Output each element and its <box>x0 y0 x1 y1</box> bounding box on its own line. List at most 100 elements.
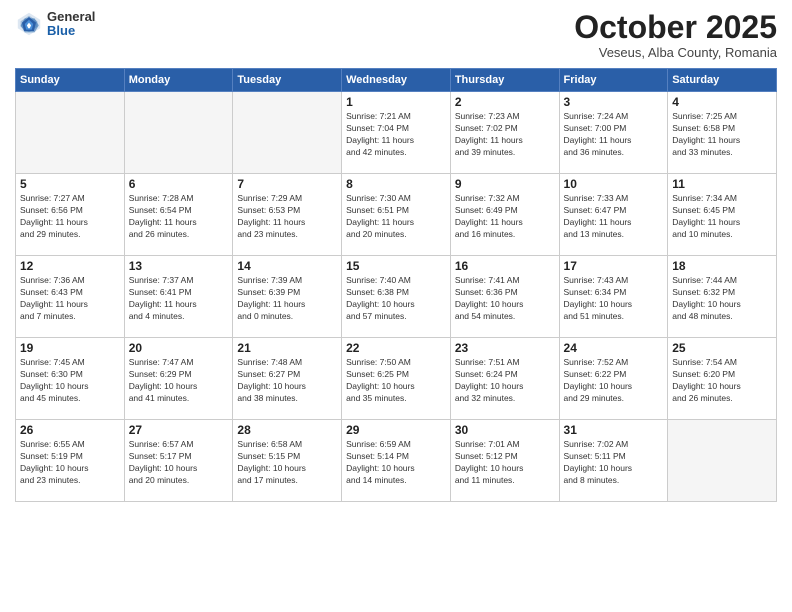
day-info: Sunrise: 7:27 AM Sunset: 6:56 PM Dayligh… <box>20 193 120 241</box>
day-number: 6 <box>129 177 229 191</box>
day-number: 27 <box>129 423 229 437</box>
month-title: October 2025 <box>574 10 777 45</box>
day-number: 25 <box>672 341 772 355</box>
day-number: 29 <box>346 423 446 437</box>
col-header-wednesday: Wednesday <box>342 69 451 92</box>
calendar-week-2: 12Sunrise: 7:36 AM Sunset: 6:43 PM Dayli… <box>16 256 777 338</box>
calendar-cell: 11Sunrise: 7:34 AM Sunset: 6:45 PM Dayli… <box>668 174 777 256</box>
calendar-cell: 17Sunrise: 7:43 AM Sunset: 6:34 PM Dayli… <box>559 256 668 338</box>
day-info: Sunrise: 7:50 AM Sunset: 6:25 PM Dayligh… <box>346 357 446 405</box>
day-info: Sunrise: 7:51 AM Sunset: 6:24 PM Dayligh… <box>455 357 555 405</box>
day-number: 8 <box>346 177 446 191</box>
calendar-cell: 13Sunrise: 7:37 AM Sunset: 6:41 PM Dayli… <box>124 256 233 338</box>
header: General Blue October 2025 Veseus, Alba C… <box>15 10 777 60</box>
calendar-cell <box>16 92 125 174</box>
logo-text: General Blue <box>47 10 95 39</box>
day-number: 4 <box>672 95 772 109</box>
calendar-cell: 25 Sunrise: 7:54 AM Sunset: 6:20 PM Dayli… <box>668 338 777 420</box>
calendar-week-1: 5 Sunrise: 7:27 AM Sunset: 6:56 PM Daylig… <box>16 174 777 256</box>
day-info: Sunrise: 7:33 AM Sunset: 6:47 PM Dayligh… <box>564 193 664 241</box>
day-number: 18 <box>672 259 772 273</box>
logo: General Blue <box>15 10 95 39</box>
day-number: 22 <box>346 341 446 355</box>
day-info: Sunrise: 7:28 AM Sunset: 6:54 PM Dayligh… <box>129 193 229 241</box>
calendar-cell: 16 Sunrise: 7:41 AM Sunset: 6:36 PM Dayli… <box>450 256 559 338</box>
day-number: 26 <box>20 423 120 437</box>
calendar-cell: 4 Sunrise: 7:25 AM Sunset: 6:58 PM Daylig… <box>668 92 777 174</box>
calendar-cell: 6 Sunrise: 7:28 AM Sunset: 6:54 PM Daylig… <box>124 174 233 256</box>
calendar-cell: 10 Sunrise: 7:33 AM Sunset: 6:47 PM Dayli… <box>559 174 668 256</box>
calendar-cell: 26 Sunrise: 6:55 AM Sunset: 5:19 PM Dayli… <box>16 420 125 502</box>
calendar-cell: 22 Sunrise: 7:50 AM Sunset: 6:25 PM Dayli… <box>342 338 451 420</box>
day-number: 24 <box>564 341 664 355</box>
day-info: Sunrise: 7:34 AM Sunset: 6:45 PM Dayligh… <box>672 193 772 241</box>
day-number: 7 <box>237 177 337 191</box>
calendar-cell: 21Sunrise: 7:48 AM Sunset: 6:27 PM Dayli… <box>233 338 342 420</box>
day-number: 30 <box>455 423 555 437</box>
calendar-cell <box>668 420 777 502</box>
day-number: 23 <box>455 341 555 355</box>
day-number: 16 <box>455 259 555 273</box>
calendar-cell <box>124 92 233 174</box>
page: General Blue October 2025 Veseus, Alba C… <box>0 0 792 612</box>
title-block: October 2025 Veseus, Alba County, Romani… <box>574 10 777 60</box>
calendar-cell: 30 Sunrise: 7:01 AM Sunset: 5:12 PM Dayli… <box>450 420 559 502</box>
calendar-cell: 15Sunrise: 7:40 AM Sunset: 6:38 PM Dayli… <box>342 256 451 338</box>
day-number: 19 <box>20 341 120 355</box>
calendar-cell: 23 Sunrise: 7:51 AM Sunset: 6:24 PM Dayli… <box>450 338 559 420</box>
location-subtitle: Veseus, Alba County, Romania <box>574 45 777 60</box>
calendar-cell: 28 Sunrise: 6:58 AM Sunset: 5:15 PM Dayli… <box>233 420 342 502</box>
calendar-cell: 12Sunrise: 7:36 AM Sunset: 6:43 PM Dayli… <box>16 256 125 338</box>
day-number: 14 <box>237 259 337 273</box>
col-header-monday: Monday <box>124 69 233 92</box>
day-number: 5 <box>20 177 120 191</box>
day-info: Sunrise: 7:45 AM Sunset: 6:30 PM Dayligh… <box>20 357 120 405</box>
day-info: Sunrise: 7:01 AM Sunset: 5:12 PM Dayligh… <box>455 439 555 487</box>
calendar-table: SundayMondayTuesdayWednesdayThursdayFrid… <box>15 68 777 502</box>
logo-icon <box>15 10 43 38</box>
day-number: 3 <box>564 95 664 109</box>
calendar-cell: 14 Sunrise: 7:39 AM Sunset: 6:39 PM Dayli… <box>233 256 342 338</box>
day-info: Sunrise: 7:25 AM Sunset: 6:58 PM Dayligh… <box>672 111 772 159</box>
day-number: 28 <box>237 423 337 437</box>
day-info: Sunrise: 7:29 AM Sunset: 6:53 PM Dayligh… <box>237 193 337 241</box>
logo-blue: Blue <box>47 24 95 38</box>
calendar-cell: 31Sunrise: 7:02 AM Sunset: 5:11 PM Dayli… <box>559 420 668 502</box>
col-header-thursday: Thursday <box>450 69 559 92</box>
day-info: Sunrise: 7:41 AM Sunset: 6:36 PM Dayligh… <box>455 275 555 323</box>
day-info: Sunrise: 7:48 AM Sunset: 6:27 PM Dayligh… <box>237 357 337 405</box>
day-info: Sunrise: 6:58 AM Sunset: 5:15 PM Dayligh… <box>237 439 337 487</box>
calendar-week-4: 26 Sunrise: 6:55 AM Sunset: 5:19 PM Dayli… <box>16 420 777 502</box>
day-info: Sunrise: 7:44 AM Sunset: 6:32 PM Dayligh… <box>672 275 772 323</box>
day-info: Sunrise: 7:23 AM Sunset: 7:02 PM Dayligh… <box>455 111 555 159</box>
day-info: Sunrise: 7:47 AM Sunset: 6:29 PM Dayligh… <box>129 357 229 405</box>
day-info: Sunrise: 7:21 AM Sunset: 7:04 PM Dayligh… <box>346 111 446 159</box>
col-header-friday: Friday <box>559 69 668 92</box>
day-number: 2 <box>455 95 555 109</box>
day-number: 31 <box>564 423 664 437</box>
calendar-cell: 29 Sunrise: 6:59 AM Sunset: 5:14 PM Dayli… <box>342 420 451 502</box>
col-header-tuesday: Tuesday <box>233 69 342 92</box>
day-info: Sunrise: 7:32 AM Sunset: 6:49 PM Dayligh… <box>455 193 555 241</box>
calendar-header-row: SundayMondayTuesdayWednesdayThursdayFrid… <box>16 69 777 92</box>
day-info: Sunrise: 6:59 AM Sunset: 5:14 PM Dayligh… <box>346 439 446 487</box>
calendar-cell: 24Sunrise: 7:52 AM Sunset: 6:22 PM Dayli… <box>559 338 668 420</box>
calendar-cell: 7 Sunrise: 7:29 AM Sunset: 6:53 PM Daylig… <box>233 174 342 256</box>
calendar-week-0: 1Sunrise: 7:21 AM Sunset: 7:04 PM Daylig… <box>16 92 777 174</box>
day-number: 13 <box>129 259 229 273</box>
calendar-cell: 2 Sunrise: 7:23 AM Sunset: 7:02 PM Daylig… <box>450 92 559 174</box>
day-info: Sunrise: 7:39 AM Sunset: 6:39 PM Dayligh… <box>237 275 337 323</box>
calendar-cell <box>233 92 342 174</box>
calendar-cell: 3 Sunrise: 7:24 AM Sunset: 7:00 PM Daylig… <box>559 92 668 174</box>
calendar-cell: 27Sunrise: 6:57 AM Sunset: 5:17 PM Dayli… <box>124 420 233 502</box>
day-number: 20 <box>129 341 229 355</box>
day-info: Sunrise: 7:30 AM Sunset: 6:51 PM Dayligh… <box>346 193 446 241</box>
calendar-cell: 9Sunrise: 7:32 AM Sunset: 6:49 PM Daylig… <box>450 174 559 256</box>
calendar-cell: 19 Sunrise: 7:45 AM Sunset: 6:30 PM Dayli… <box>16 338 125 420</box>
day-info: Sunrise: 7:54 AM Sunset: 6:20 PM Dayligh… <box>672 357 772 405</box>
day-number: 10 <box>564 177 664 191</box>
day-info: Sunrise: 7:24 AM Sunset: 7:00 PM Dayligh… <box>564 111 664 159</box>
day-info: Sunrise: 6:55 AM Sunset: 5:19 PM Dayligh… <box>20 439 120 487</box>
logo-general: General <box>47 10 95 24</box>
day-number: 12 <box>20 259 120 273</box>
